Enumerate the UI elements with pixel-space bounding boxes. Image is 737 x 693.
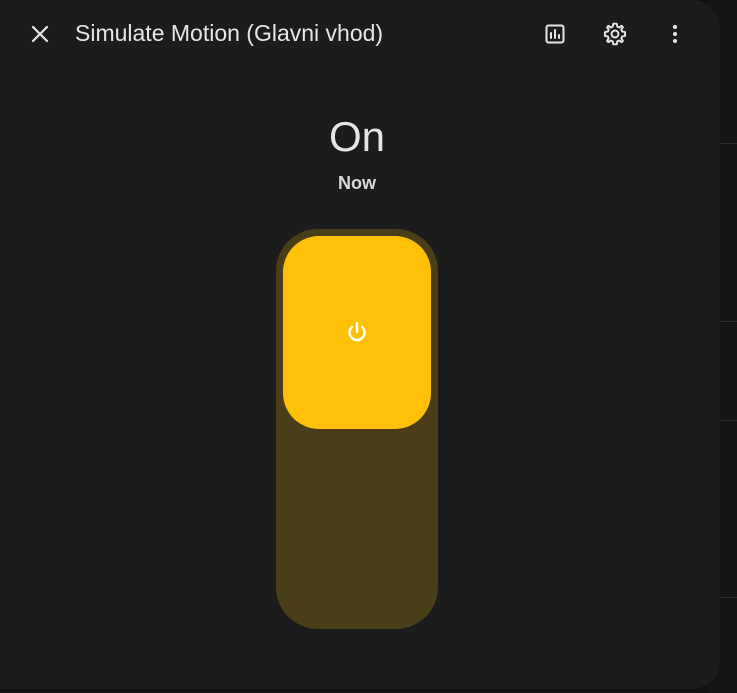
entity-state: On	[328, 113, 386, 160]
more-options-button[interactable]	[651, 10, 699, 58]
history-button[interactable]	[531, 10, 579, 58]
dots-vertical-icon	[673, 25, 677, 43]
chart-icon	[545, 24, 565, 44]
power-icon	[348, 321, 366, 341]
dialog-header: Simulate Motion (Glavni vhod)	[0, 0, 720, 68]
power-toggle[interactable]	[276, 229, 438, 629]
close-icon	[31, 25, 49, 43]
last-changed: Now	[338, 173, 376, 193]
settings-button[interactable]	[591, 10, 639, 58]
close-button[interactable]	[16, 10, 64, 58]
gear-icon	[603, 22, 627, 46]
toggle-thumb[interactable]	[283, 236, 431, 429]
dialog-title: Simulate Motion (Glavni vhod)	[75, 20, 384, 46]
more-info-dialog: Simulate Motion (Glavni vhod) On Now	[0, 0, 720, 689]
